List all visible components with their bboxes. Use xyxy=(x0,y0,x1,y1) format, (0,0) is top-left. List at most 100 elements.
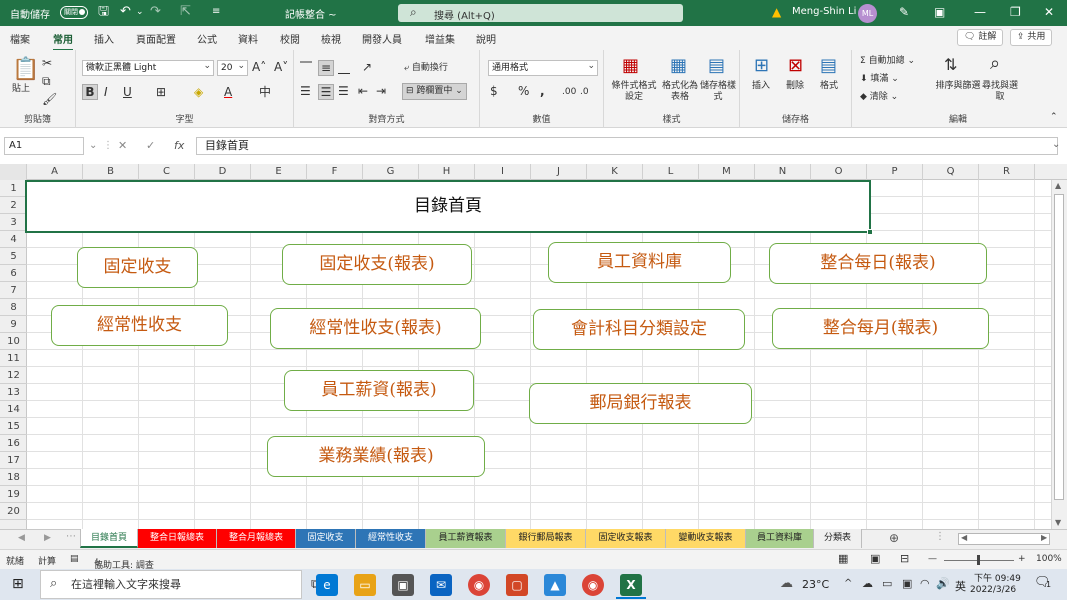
conditional-format-label[interactable]: 條件式格式設定 xyxy=(608,81,660,103)
column-header[interactable]: B xyxy=(83,164,139,180)
find-select-icon[interactable]: ⌕ xyxy=(990,54,1000,74)
paste-icon[interactable]: 📋 xyxy=(12,58,39,82)
increase-decimal-icon[interactable]: .00 xyxy=(562,85,576,99)
tab-data[interactable]: 資料 xyxy=(238,31,258,46)
percent-icon[interactable]: % xyxy=(518,84,529,98)
column-header[interactable]: A xyxy=(27,164,83,180)
row-header[interactable]: 13 xyxy=(0,384,27,401)
show-hidden-icons-icon[interactable]: ^ xyxy=(844,578,852,589)
row-header[interactable]: 9 xyxy=(0,316,27,333)
clock-time[interactable]: 下午 09:49 xyxy=(974,571,1021,584)
fill-handle[interactable] xyxy=(867,229,873,235)
row-header[interactable]: 12 xyxy=(0,367,27,384)
zoom-slider-thumb[interactable] xyxy=(977,555,980,565)
sort-filter-icon[interactable]: ⇅ xyxy=(944,56,957,74)
formula-input[interactable]: 目錄首頁 xyxy=(196,137,1058,155)
column-header[interactable]: I xyxy=(475,164,531,180)
sheet-tab-category[interactable]: 分類表 xyxy=(814,529,862,548)
sheet-tabs-more-icon[interactable]: ⋯ xyxy=(66,531,76,542)
delete-cells-icon[interactable]: ⊠ xyxy=(788,56,803,76)
font-size-select[interactable]: 20 xyxy=(217,59,248,76)
align-left-icon[interactable]: ☰ xyxy=(300,84,311,98)
sheet-tab-employee-database[interactable]: 員工資料庫 xyxy=(746,529,814,548)
autosave-toggle[interactable]: 關閉 xyxy=(60,6,88,19)
insert-cells-icon[interactable]: ⊞ xyxy=(754,56,769,76)
decrease-font-icon[interactable]: A˅ xyxy=(274,60,288,74)
cancel-icon[interactable]: ✕ xyxy=(118,139,127,152)
tab-home[interactable]: 常用 xyxy=(53,31,73,51)
row-header[interactable]: 3 xyxy=(0,214,27,231)
autosum-button[interactable]: Σ 自動加總 ⌄ xyxy=(860,56,915,67)
row-header[interactable]: 15 xyxy=(0,418,27,435)
volume-icon[interactable]: 🔊 xyxy=(936,577,950,590)
increase-indent-icon[interactable]: ⇥ xyxy=(376,84,386,98)
add-sheet-icon[interactable]: ⊕ xyxy=(889,531,899,545)
comments-button[interactable]: 🗨 註解 xyxy=(957,29,1004,46)
sheet-tab-variable-report[interactable]: 變動收支報表 xyxy=(666,529,746,548)
row-header[interactable]: 18 xyxy=(0,469,27,486)
column-header[interactable]: D xyxy=(195,164,251,180)
align-center-icon[interactable]: ☰ xyxy=(318,84,334,100)
decrease-indent-icon[interactable]: ⇤ xyxy=(358,84,368,98)
export-icon[interactable]: ⇱ xyxy=(180,4,191,20)
close-icon[interactable]: ✕ xyxy=(1044,5,1054,19)
undo-dropdown-icon[interactable]: ⌄ xyxy=(136,4,144,20)
save-icon[interactable]: 🖫 xyxy=(98,4,109,20)
search-box[interactable]: ⌕ 搜尋 (Alt+Q) xyxy=(398,4,683,22)
page-title-cell[interactable]: 目錄首頁 xyxy=(25,180,871,233)
tab-file[interactable]: 檔案 xyxy=(10,31,30,46)
paste-label[interactable]: 貼上 xyxy=(12,84,30,95)
conditional-format-icon[interactable]: ▦ xyxy=(622,56,639,76)
scroll-down-icon[interactable]: ▼ xyxy=(1055,518,1061,527)
status-calc[interactable]: 計算 xyxy=(38,554,56,567)
sheet-stats-icon[interactable]: ▤ xyxy=(70,554,79,564)
battery-icon[interactable]: ▭ xyxy=(882,577,892,590)
format-as-table-label[interactable]: 格式化為表格 xyxy=(660,81,700,103)
tab-split-icon[interactable]: ⋮ xyxy=(935,531,945,542)
user-name[interactable]: Meng-Shin Li xyxy=(792,6,856,17)
taskbar-search-input[interactable]: 在這裡輸入文字來搜尋 xyxy=(40,570,302,599)
copy-icon[interactable]: ⧉ xyxy=(42,74,51,88)
delete-cells-label[interactable]: 刪除 xyxy=(786,81,804,92)
column-header[interactable]: J xyxy=(531,164,587,180)
weather-icon[interactable]: ☁ xyxy=(780,576,793,591)
clock-date[interactable]: 2022/3/26 xyxy=(970,585,1016,595)
redo-icon[interactable]: ↷ xyxy=(150,4,161,20)
column-header[interactable]: K xyxy=(587,164,643,180)
column-header[interactable]: F xyxy=(307,164,363,180)
sheet-tab-monthly-summary[interactable]: 整合月報總表 xyxy=(217,529,296,548)
nav-button-employee-database[interactable]: 員工資料庫 xyxy=(548,242,731,283)
restore-icon[interactable]: ❐ xyxy=(1010,5,1021,19)
increase-font-icon[interactable]: A˄ xyxy=(252,60,266,74)
column-header[interactable]: M xyxy=(699,164,755,180)
tab-view[interactable]: 檢視 xyxy=(321,31,341,46)
display-icon[interactable]: ▣ xyxy=(902,577,912,590)
insert-cells-label[interactable]: 插入 xyxy=(752,81,770,92)
column-header[interactable]: N xyxy=(755,164,811,180)
zoom-in-icon[interactable]: + xyxy=(1018,554,1026,564)
insert-function-icon[interactable]: fx xyxy=(174,139,184,152)
expand-formula-icon[interactable]: ⌄ xyxy=(1052,139,1060,150)
row-header[interactable]: 17 xyxy=(0,452,27,469)
store-icon[interactable]: ▣ xyxy=(392,574,414,596)
select-all-corner[interactable] xyxy=(0,164,27,180)
column-header[interactable]: L xyxy=(643,164,699,180)
nav-button-account-category-settings[interactable]: 會計科目分類設定 xyxy=(533,309,745,350)
phonetic-icon[interactable]: 中 xyxy=(259,85,271,99)
align-middle-icon[interactable]: ≡ xyxy=(318,60,334,76)
photos-icon[interactable]: ▲ xyxy=(544,574,566,596)
name-box[interactable]: A1 xyxy=(4,137,84,155)
nav-button-fixed-income-expense[interactable]: 固定收支 xyxy=(77,247,198,288)
horizontal-scrollbar[interactable] xyxy=(958,533,1050,545)
tab-add-ins[interactable]: 增益集 xyxy=(425,31,455,46)
nav-button-monthly-integration-report[interactable]: 整合每月(報表) xyxy=(772,308,989,349)
italic-icon[interactable]: I xyxy=(104,85,108,99)
format-cells-label[interactable]: 格式 xyxy=(820,81,838,92)
column-header[interactable]: E xyxy=(251,164,307,180)
tab-page-layout[interactable]: 頁面配置 xyxy=(136,31,176,46)
normal-view-icon[interactable]: ▦ xyxy=(838,552,848,565)
sheet-tab-salary-report[interactable]: 員工薪資報表 xyxy=(426,529,506,548)
sheet-tab-contents[interactable]: 目錄首頁 xyxy=(80,529,138,548)
nav-button-sales-performance-report[interactable]: 業務業績(報表) xyxy=(267,436,485,477)
nav-button-recurring-income-expense[interactable]: 經常性收支 xyxy=(51,305,228,346)
